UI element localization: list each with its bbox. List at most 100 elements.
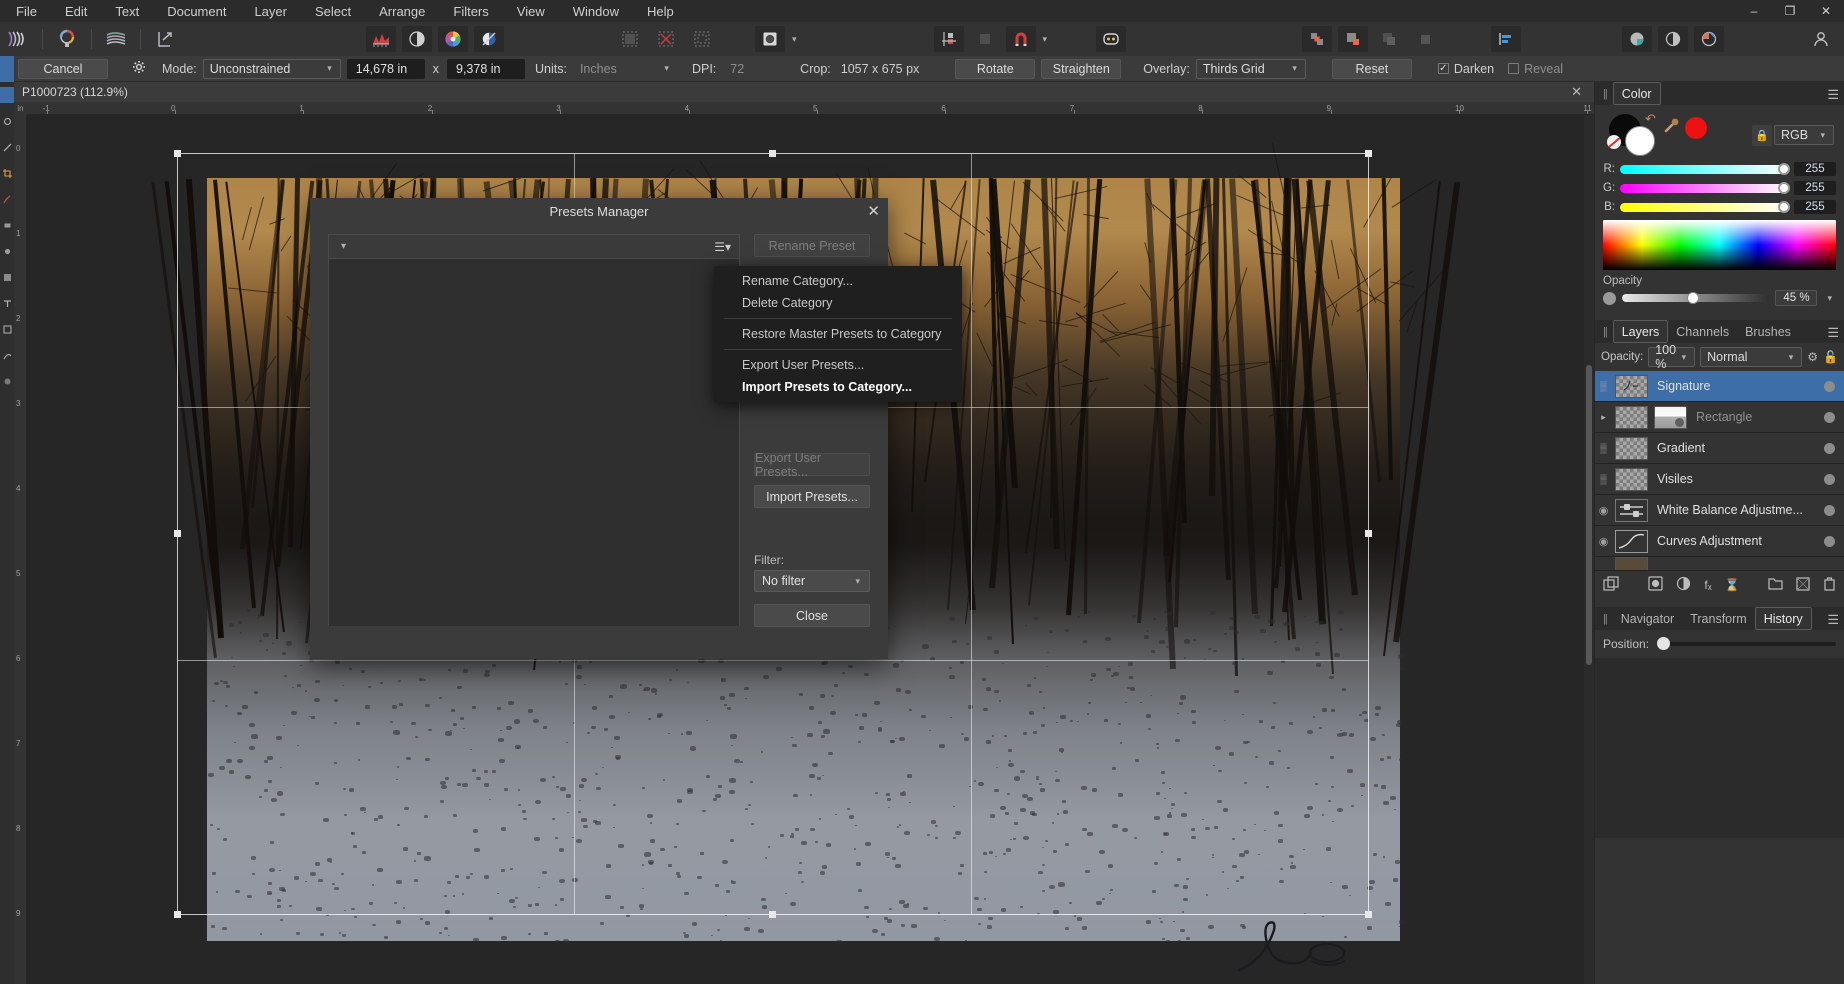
- close-icon[interactable]: ✕: [1567, 84, 1586, 100]
- layer-visibility-toggle[interactable]: [1824, 474, 1835, 485]
- chevron-down-icon[interactable]: ▾: [788, 34, 801, 45]
- layer-drag-handle[interactable]: [1595, 557, 1612, 571]
- table-row[interactable]: ▒ Signature: [1595, 371, 1844, 402]
- tool-fill[interactable]: [0, 368, 14, 394]
- menu-item-view[interactable]: View: [503, 1, 559, 22]
- tool-view[interactable]: [0, 108, 14, 134]
- tool-gradient[interactable]: [0, 264, 14, 290]
- menu-item-text[interactable]: Text: [101, 1, 153, 22]
- snap-magnet-icon[interactable]: [1006, 26, 1036, 52]
- mask-icon[interactable]: [1648, 576, 1663, 594]
- crop-width-input[interactable]: 14,678 in: [347, 59, 425, 79]
- import-presets-button[interactable]: Import Presets...: [754, 485, 870, 508]
- layer-drag-handle[interactable]: ▒: [1595, 433, 1612, 464]
- tab-history[interactable]: History: [1755, 607, 1812, 630]
- channel-slider[interactable]: [1620, 184, 1789, 193]
- lock-icon[interactable]: 🔓: [1823, 350, 1838, 364]
- table-row[interactable]: ▸ Rectangle: [1595, 402, 1844, 433]
- snap-magnet-group[interactable]: ▾: [1003, 26, 1052, 52]
- menu-item-select[interactable]: Select: [301, 1, 365, 22]
- mode-select[interactable]: Unconstrained ▾: [203, 59, 341, 79]
- color-channel-g[interactable]: G: 255: [1603, 181, 1836, 195]
- contrast-icon[interactable]: [402, 26, 432, 52]
- close-window-button[interactable]: ✕: [1808, 0, 1844, 22]
- menu-item-filters[interactable]: Filters: [439, 1, 502, 22]
- waves-icon[interactable]: [3, 26, 33, 52]
- filter-select[interactable]: No filter ▾: [754, 570, 870, 592]
- tool-text[interactable]: [0, 290, 14, 316]
- table-row[interactable]: ◉ White Balance Adjustme...: [1595, 495, 1844, 526]
- export-icon[interactable]: [150, 26, 180, 52]
- tab-channels[interactable]: Channels: [1668, 320, 1737, 343]
- color-channel-r[interactable]: R: 255: [1603, 162, 1836, 176]
- layer-visibility-toggle[interactable]: [1824, 443, 1835, 454]
- menu-item-document[interactable]: Document: [153, 1, 240, 22]
- menu-item-edit[interactable]: Edit: [51, 1, 101, 22]
- layer-stack-icon[interactable]: [1603, 576, 1620, 594]
- layers-list[interactable]: ▒ Signature ▸ Rectangle: [1595, 371, 1844, 571]
- tab-transform[interactable]: Transform: [1682, 607, 1755, 630]
- crop-handle-ml[interactable]: [174, 530, 181, 537]
- menu-item-arrange[interactable]: Arrange: [365, 1, 439, 22]
- panel-grip-icon[interactable]: ||: [1597, 88, 1613, 100]
- menu-item-restore-master-presets[interactable]: Restore Master Presets to Category: [714, 323, 962, 345]
- tool-node[interactable]: [0, 342, 14, 368]
- no-color-icon[interactable]: [474, 26, 504, 52]
- table-row[interactable]: [1595, 557, 1844, 571]
- tool-erase[interactable]: [0, 212, 14, 238]
- crop-handle-bc[interactable]: [769, 911, 776, 918]
- document-tab[interactable]: P1000723 (112.9%) ✕: [14, 82, 1594, 102]
- lock-icon[interactable]: 🔒: [1752, 125, 1772, 146]
- scroll-thumb[interactable]: [1586, 365, 1592, 665]
- menu-item-window[interactable]: Window: [559, 1, 633, 22]
- layer-visibility-toggle[interactable]: [1824, 381, 1835, 392]
- live-filter-icon[interactable]: [1694, 26, 1724, 52]
- tool-paint-brush[interactable]: [0, 186, 14, 212]
- delete-icon[interactable]: [1823, 577, 1836, 594]
- dpi-value[interactable]: 72: [722, 62, 750, 76]
- canvas-vertical-scrollbar[interactable]: [1584, 115, 1594, 984]
- tool-clone[interactable]: [0, 238, 14, 264]
- export-user-presets-button[interactable]: Export User Presets...: [754, 453, 870, 476]
- account-icon[interactable]: [1806, 26, 1836, 52]
- opacity-value[interactable]: 45 %: [1775, 290, 1817, 306]
- channel-slider[interactable]: [1620, 203, 1789, 212]
- rotate-button[interactable]: Rotate: [955, 59, 1035, 79]
- color-model-select[interactable]: RGB ▾: [1774, 125, 1834, 145]
- liquify-icon[interactable]: [101, 26, 131, 52]
- group-icon[interactable]: [1768, 577, 1783, 593]
- tab-layers[interactable]: Layers: [1613, 320, 1669, 343]
- adjustment-icon[interactable]: [1658, 26, 1688, 52]
- presets-pane[interactable]: ▾ ☰▾: [328, 234, 740, 626]
- no-color-swatch[interactable]: [1607, 135, 1621, 149]
- boolean-add-icon[interactable]: [1302, 26, 1332, 52]
- layer-effects-icon[interactable]: [1622, 26, 1652, 52]
- tool-selection-brush[interactable]: [0, 134, 14, 160]
- chevron-down-icon[interactable]: ▾: [1823, 293, 1836, 304]
- units-select[interactable]: Inches ▾: [573, 59, 678, 79]
- layer-visibility-toggle[interactable]: [1824, 536, 1835, 547]
- mask-pixel-icon[interactable]: [615, 26, 645, 52]
- slider-knob[interactable]: [1778, 163, 1790, 175]
- presets-category-context-menu[interactable]: Rename Category... Delete Category Resto…: [714, 266, 962, 402]
- layer-adjustment-indicator[interactable]: ◉: [1595, 504, 1612, 517]
- blend-ranges-group[interactable]: ▾: [752, 26, 801, 52]
- menu-item-help[interactable]: Help: [633, 1, 688, 22]
- crop-handle-tr[interactable]: [1365, 150, 1372, 157]
- history-position-slider[interactable]: [1657, 642, 1836, 646]
- panel-grip-icon[interactable]: ||: [1597, 326, 1613, 338]
- slider-knob[interactable]: [1778, 201, 1790, 213]
- darken-checkbox[interactable]: ✓ Darken: [1438, 62, 1494, 76]
- crop-handle-bl[interactable]: [174, 911, 181, 918]
- merge-icon[interactable]: ⌛: [1725, 578, 1740, 592]
- color-wheel-icon[interactable]: [438, 26, 468, 52]
- crop-height-input[interactable]: 9,378 in: [447, 59, 525, 79]
- fx-icon[interactable]: fₓ: [1704, 578, 1711, 592]
- tool-shape[interactable]: [0, 316, 14, 342]
- adjustment-icon[interactable]: [1676, 576, 1691, 594]
- table-row[interactable]: ▒ Visiles: [1595, 464, 1844, 495]
- tab-color[interactable]: Color: [1613, 82, 1661, 105]
- slider-knob[interactable]: [1778, 182, 1790, 194]
- crop-handle-tl[interactable]: [174, 150, 181, 157]
- blend-ranges-icon[interactable]: [755, 26, 785, 52]
